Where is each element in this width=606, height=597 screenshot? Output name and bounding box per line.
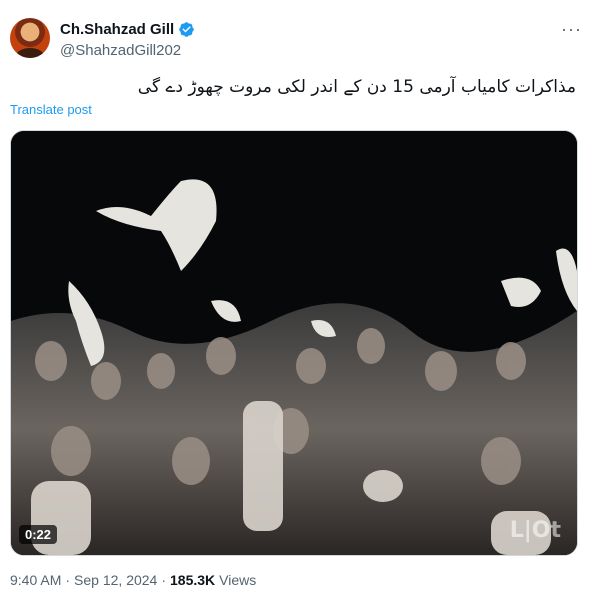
author-name-row: Ch.Shahzad Gill — [60, 21, 195, 38]
tweet-meta: 9:40 AM · Sep 12, 2024 · 185.3K Views — [10, 572, 256, 588]
translate-post-link[interactable]: Translate post — [10, 102, 92, 117]
video-frame — [11, 131, 577, 555]
meta-separator: · — [161, 572, 167, 588]
video-player[interactable]: 0:22 L|Ot — [10, 130, 578, 556]
more-options-button[interactable]: ··· — [561, 19, 582, 40]
meta-separator: · — [65, 572, 71, 588]
post-date[interactable]: Sep 12, 2024 — [74, 572, 157, 588]
author-display-name[interactable]: Ch.Shahzad Gill — [60, 21, 174, 38]
author-avatar[interactable] — [10, 18, 50, 58]
more-horizontal-icon: ··· — [561, 19, 582, 39]
post-time[interactable]: 9:40 AM — [10, 572, 61, 588]
video-duration-badge: 0:22 — [19, 525, 58, 544]
verified-badge-icon — [179, 22, 194, 37]
video-watermark: L|Ot — [509, 518, 561, 543]
author-handle[interactable]: @ShahzadGill202 — [60, 42, 181, 59]
views-label: Views — [219, 572, 257, 588]
tweet-text: مذاکرات کامیاب آرمی 15 دن کے اندر لکی مر… — [137, 77, 576, 97]
views-count: 185.3K — [170, 572, 216, 588]
